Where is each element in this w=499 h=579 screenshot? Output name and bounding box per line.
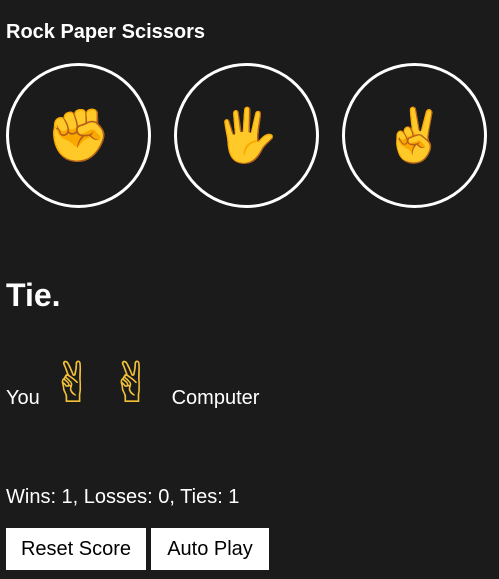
auto-play-button[interactable]: Auto Play: [151, 528, 269, 570]
reset-score-button[interactable]: Reset Score: [6, 528, 146, 570]
you-label: You: [6, 387, 40, 409]
player-move-icon: ✌: [49, 351, 97, 414]
scissors-hand-icon: ✌: [382, 106, 447, 165]
page-title: Rock Paper Scissors: [6, 21, 205, 43]
computer-label: Computer: [171, 387, 260, 409]
game-page: Rock Paper Scissors ✊ 🖐 ✌ Tie. You ✌ ✌ C…: [0, 0, 499, 579]
scissors-button[interactable]: ✌: [342, 63, 487, 208]
result-text: Tie.: [6, 277, 61, 313]
score-text: Wins: 1, Losses: 0, Ties: 1: [6, 486, 240, 508]
paper-button[interactable]: 🖐: [174, 63, 319, 208]
computer-move-icon: ✌: [108, 351, 156, 414]
rock-button[interactable]: ✊: [6, 63, 151, 208]
last-round-moves: You ✌ ✌ Computer: [6, 338, 259, 418]
paper-hand-icon: 🖐: [214, 106, 279, 165]
rock-hand-icon: ✊: [46, 106, 111, 165]
